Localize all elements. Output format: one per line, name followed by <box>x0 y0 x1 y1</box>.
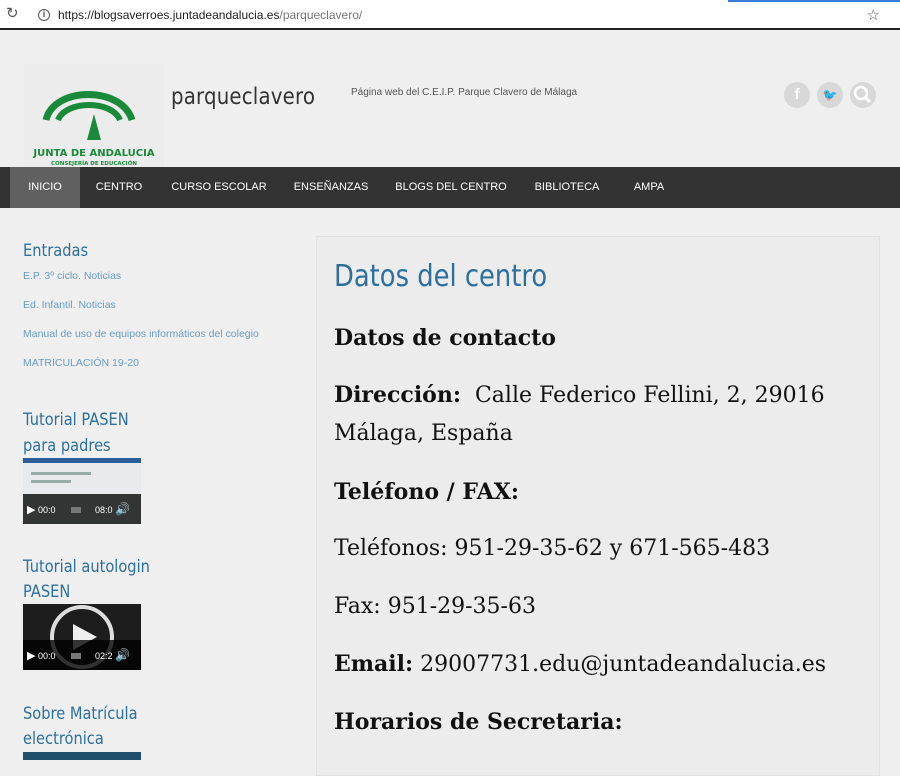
site-header: JUNTA DE ANDALUCIA CONSEJERÍA DE EDUCACI… <box>0 32 900 169</box>
video-controls: ▶ 00:0 02:2 🔊 <box>23 640 141 670</box>
address-line: Dirección: Calle Federico Fellini, 2, 29… <box>334 382 825 408</box>
progress-bar[interactable] <box>71 653 81 659</box>
contact-heading-text: Datos de contacto <box>334 325 556 351</box>
pasen-title: Tutorial PASEN <box>23 410 129 430</box>
video-frame-line <box>31 480 71 483</box>
browser-toolbar: ↻ i https://blogsaverroes.juntadeandaluc… <box>0 0 900 30</box>
search-icon[interactable] <box>850 82 876 108</box>
autologin-video-player[interactable]: ▶ 00:0 02:2 🔊 <box>23 604 141 670</box>
matricula-title-line2: electrónica <box>23 729 104 749</box>
logo-text: JUNTA DE ANDALUCIA <box>32 148 154 159</box>
hours-heading: Horarios de Secretaria: <box>334 709 623 735</box>
video-frame-header <box>23 458 141 463</box>
post-link[interactable]: Manual de uso de equipos informáticos de… <box>23 328 259 340</box>
phone-heading: Teléfono / FAX: <box>334 479 519 505</box>
address-value: Calle Federico Fellini, 2, 29016 <box>474 383 825 408</box>
sidebar: Entradas E.P. 3º ciclo. Noticias Ed. Inf… <box>0 208 300 760</box>
bookmark-star-icon[interactable]: ☆ <box>867 6 880 24</box>
contact-heading: Datos de contacto <box>334 325 556 351</box>
email-value[interactable]: 29007731.edu@juntadeandalucia.es <box>420 652 826 677</box>
facebook-icon[interactable]: f <box>784 82 810 108</box>
play-icon[interactable]: ▶ <box>27 503 35 516</box>
matricula-title: Sobre Matrícula <box>23 704 138 724</box>
phone-heading-text: Teléfono / FAX: <box>334 479 519 505</box>
autologin-title: Tutorial autologin <box>23 557 150 577</box>
post-link[interactable]: MATRICULACIÓN 19-20 <box>23 357 139 369</box>
volume-icon[interactable]: 🔊 <box>115 648 130 662</box>
url-text[interactable]: https://blogsaverroes.juntadeandalucia.e… <box>58 8 362 22</box>
volume-icon[interactable]: 🔊 <box>115 502 130 516</box>
info-icon[interactable]: i <box>38 9 50 21</box>
email-line: Email: 29007731.edu@juntadeandalucia.es <box>334 651 826 677</box>
matricula-video-player[interactable] <box>23 752 141 760</box>
progress-bar[interactable] <box>71 507 81 513</box>
junta-andalucia-logo[interactable]: JUNTA DE ANDALUCIA CONSEJERÍA DE EDUCACI… <box>24 64 164 169</box>
twitter-icon[interactable]: 🐦 <box>817 82 843 108</box>
address-bar[interactable]: i https://blogsaverroes.juntadeandalucia… <box>30 3 880 27</box>
logo-subtext: CONSEJERÍA DE EDUCACIÓN <box>51 159 137 167</box>
url-path: /parqueclavero/ <box>279 8 363 22</box>
site-title[interactable]: parqueclavero <box>171 84 315 110</box>
video-duration: 02:2 <box>95 651 113 661</box>
video-controls: ▶ 00:0 08:0 🔊 <box>23 494 141 524</box>
nav-item-ampa[interactable]: AMPA <box>625 167 673 208</box>
url-host: https://blogsaverroes.juntadeandalucia.e… <box>58 8 280 22</box>
email-label: Email: <box>334 651 414 677</box>
nav-item-centro[interactable]: CENTRO <box>86 167 152 208</box>
post-link[interactable]: Ed. Infantil. Noticias <box>23 299 116 311</box>
nav-item-ensenanzas[interactable]: ENSEÑANZAS <box>288 167 374 208</box>
phones-line: Teléfonos: 951-29-35-62 y 671-565-483 <box>334 536 771 561</box>
tab-strip-accent <box>728 0 900 2</box>
nav-item-curso-escolar[interactable]: CURSO ESCOLAR <box>166 167 272 208</box>
reload-icon[interactable]: ↻ <box>6 6 22 22</box>
pasen-video-player[interactable]: ▶ 00:0 08:0 🔊 <box>23 458 141 524</box>
address-label: Dirección: <box>334 382 461 408</box>
autologin-title-line2: PASEN <box>23 582 71 602</box>
post-link[interactable]: E.P. 3º ciclo. Noticias <box>23 270 121 282</box>
nav-item-blogs-del-centro[interactable]: BLOGS DEL CENTRO <box>392 167 510 208</box>
video-current-time: 00:0 <box>38 651 56 661</box>
address-line-2: Málaga, España <box>334 421 513 446</box>
video-current-time: 00:0 <box>38 505 56 515</box>
play-icon[interactable]: ▶ <box>27 649 35 662</box>
page-title: Datos del centro <box>334 259 548 294</box>
hours-heading-text: Horarios de Secretaria: <box>334 709 623 735</box>
nav-item-inicio[interactable]: INICIO <box>10 167 80 208</box>
nav-item-biblioteca[interactable]: BIBLIOTECA <box>527 167 607 208</box>
video-frame-line <box>31 472 91 475</box>
entradas-title: Entradas <box>23 241 89 261</box>
logo-graphic: JUNTA DE ANDALUCIA CONSEJERÍA DE EDUCACI… <box>32 91 155 167</box>
fax-line: Fax: 951-29-35-63 <box>334 594 536 619</box>
main-nav: INICIO CENTRO CURSO ESCOLAR ENSEÑANZAS B… <box>0 167 900 208</box>
video-duration: 08:0 <box>95 505 113 515</box>
site-tagline: Página web del C.E.I.P. Parque Clavero d… <box>351 87 578 98</box>
pasen-title-line2: para padres <box>23 436 111 456</box>
main-content: Datos del centro Datos de contacto Direc… <box>316 236 880 776</box>
